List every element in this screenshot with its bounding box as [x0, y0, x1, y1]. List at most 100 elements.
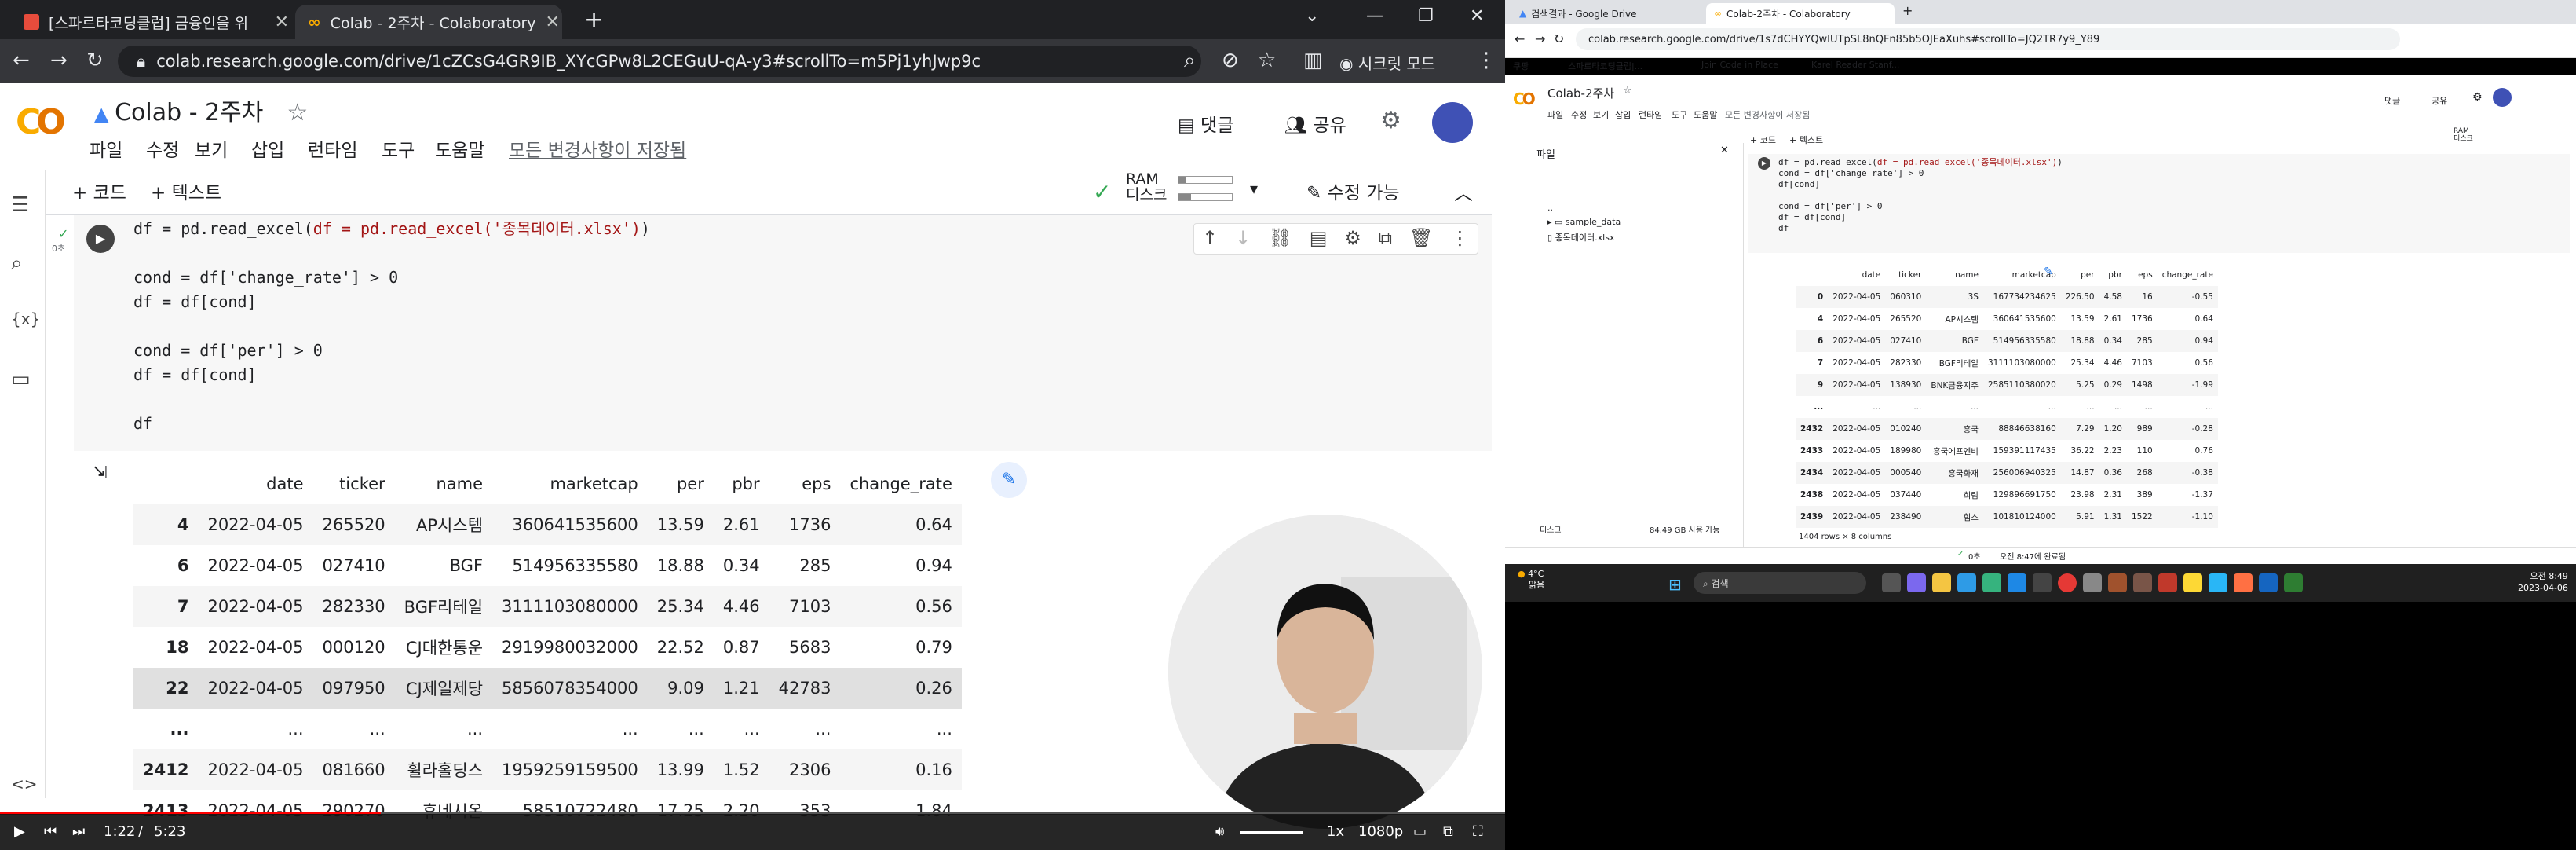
right-url-input[interactable]: colab.research.google.com/drive/1s7dCHYY…	[1576, 28, 2400, 50]
comment-button[interactable]: ▤ 댓글	[1178, 110, 1233, 137]
browser-tab-active[interactable]: ∞ Colab - 2주차 - Colaboratory ✕	[295, 5, 562, 39]
bookmark-item[interactable]: Karel Reader Stanf...	[1811, 60, 1899, 70]
forward-icon[interactable]: →	[50, 49, 68, 72]
menu-file[interactable]: 파일	[1547, 108, 1563, 121]
bookmark-star-icon[interactable]: ☆	[1258, 49, 1276, 72]
play-icon[interactable]: ▶	[14, 823, 25, 840]
menu-insert[interactable]: 삽입	[251, 135, 284, 162]
next-icon[interactable]: ⏭	[72, 823, 85, 840]
menu-help[interactable]: 도움말	[1694, 108, 1717, 121]
start-icon[interactable]: ⊞	[1668, 575, 1682, 594]
volume-slider[interactable]	[1240, 831, 1303, 834]
bookmark-item[interactable]: 스파르타코딩클럽|...	[1568, 60, 1642, 72]
edge-icon[interactable]	[1957, 573, 1976, 592]
menu-edit[interactable]: 수정	[146, 135, 179, 162]
menu-tools[interactable]: 도구	[382, 135, 415, 162]
more-menu-icon[interactable]: ⋮	[1476, 49, 1496, 72]
search-icon[interactable]: ⌕	[11, 251, 23, 276]
magic-wand-icon[interactable]: ✎	[991, 462, 1027, 498]
move-up-icon[interactable]: ↑	[1202, 227, 1218, 251]
add-text-button[interactable]: + 텍스트	[1789, 134, 1823, 146]
colab-logo[interactable]: CO	[1513, 90, 1536, 108]
notebook-title[interactable]: ▲ Colab - 2주차 ☆	[94, 93, 308, 127]
app-icon[interactable]	[2234, 573, 2253, 592]
app-icon[interactable]	[2158, 573, 2177, 592]
toc-icon[interactable]: ☰	[11, 193, 29, 217]
save-status[interactable]: 모든 변경사항이 저장됨	[509, 135, 686, 162]
share-button[interactable]: 공유	[2432, 94, 2447, 107]
ram-disk-indicator[interactable]: RAM 디스크	[1126, 171, 1167, 203]
save-status[interactable]: 모든 변경사항이 저장됨	[1725, 108, 1810, 121]
code-snippets-icon[interactable]: <>	[11, 775, 38, 793]
task-view-icon[interactable]	[1882, 573, 1901, 592]
explorer-icon[interactable]	[1932, 573, 1951, 592]
quality-button[interactable]: 1080p	[1358, 823, 1403, 840]
notebook-title[interactable]: Colab-2주차	[1547, 85, 1614, 101]
star-icon[interactable]: ☆	[287, 99, 308, 126]
ram-disk-indicator[interactable]: RAM 디스크	[2454, 127, 2473, 143]
menu-insert[interactable]: 삽입	[1615, 108, 1631, 121]
menu-edit[interactable]: 수정	[1571, 108, 1587, 121]
app-icon[interactable]	[2008, 573, 2026, 592]
code-editor[interactable]: df = pd.read_excel(df = pd.read_excel('종…	[133, 217, 650, 241]
reload-icon[interactable]: ↻	[86, 49, 104, 72]
chat-icon[interactable]	[1907, 573, 1926, 592]
menu-view[interactable]: 보기	[1593, 108, 1609, 121]
app-icon[interactable]	[1982, 573, 2001, 592]
close-tab-icon[interactable]: ✕	[546, 13, 560, 32]
weather-widget[interactable]: ● 4°C 맑음	[1518, 569, 1544, 591]
volume-icon[interactable]: 🔊︎	[1215, 823, 1224, 840]
menu-view[interactable]: 보기	[195, 135, 228, 162]
app-icon[interactable]	[2259, 573, 2278, 592]
clock[interactable]: 오전 8:49 2023-04-06	[2518, 570, 2568, 594]
back-icon[interactable]: ←	[13, 49, 30, 72]
run-cell-button[interactable]: ▶	[1758, 157, 1770, 170]
url-input[interactable]: 🔒︎ colab.research.google.com/drive/1cZCs…	[118, 46, 1201, 77]
link-icon[interactable]: ⛓	[1268, 227, 1292, 251]
browser-tab[interactable]: [스파르타코딩클럽] 금융인을 위 ✕	[11, 5, 301, 39]
variables-icon[interactable]: {x}	[11, 310, 40, 328]
run-cell-button[interactable]: ▶	[86, 225, 115, 253]
side-panel-icon[interactable]: ▥	[1303, 49, 1323, 72]
back-icon[interactable]: ←	[1515, 31, 1525, 46]
excel-icon[interactable]	[2284, 573, 2303, 592]
avatar[interactable]	[1432, 102, 1473, 143]
output-toggle-icon[interactable]: ⇲	[93, 463, 107, 483]
settings-gear-icon[interactable]: ⚙	[1380, 107, 1401, 134]
incognito-badge[interactable]: ◉ 시크릿 모드	[1339, 51, 1435, 74]
app-icon[interactable]	[2108, 573, 2127, 592]
delete-icon[interactable]: 🗑︎	[1409, 227, 1433, 251]
chrome-icon[interactable]	[2058, 573, 2077, 592]
cell-settings-icon[interactable]: ⚙	[1344, 227, 1361, 251]
close-tab-icon[interactable]: ✕	[275, 13, 289, 32]
folder-icon[interactable]: ▭	[11, 368, 31, 391]
kakao-icon[interactable]	[2183, 573, 2202, 592]
runtime-dropdown-icon[interactable]: ▾	[1250, 179, 1258, 198]
star-icon[interactable]: ☆	[1623, 85, 1632, 97]
move-down-icon[interactable]: ↓	[1235, 227, 1251, 251]
edit-mode-button[interactable]: ✎ 수정 가능	[1306, 178, 1400, 204]
settings-app-icon[interactable]	[2033, 573, 2052, 592]
eye-off-icon[interactable]: ⊘	[1222, 49, 1239, 72]
bookmark-item[interactable]: Join Code in Place	[1701, 60, 1778, 70]
menu-file[interactable]: 파일	[90, 135, 122, 162]
bookmark-item[interactable]: 쿠팡	[1513, 60, 1529, 72]
app-icon[interactable]	[2133, 573, 2152, 592]
mirror-cell-icon[interactable]: ⧉	[1379, 227, 1392, 251]
forward-icon[interactable]: →	[1535, 31, 1545, 46]
captions-icon[interactable]: ▭	[1413, 823, 1427, 840]
file-item[interactable]: ..	[1547, 203, 1553, 213]
new-tab-icon[interactable]: +	[584, 6, 604, 34]
browser-tab[interactable]: ▲ 검색결과 - Google Drive	[1511, 3, 1700, 24]
menu-runtime[interactable]: 런타임	[1639, 108, 1662, 121]
collapse-chevron-icon[interactable]: ︿	[1454, 178, 1473, 205]
colab-logo[interactable]: CO	[16, 102, 66, 142]
app-icon[interactable]	[2209, 573, 2227, 592]
add-code-button[interactable]: + 코드	[1750, 134, 1776, 146]
file-item-folder[interactable]: ▸ ▭ sample_data	[1547, 217, 1621, 227]
avatar[interactable]	[2493, 88, 2512, 107]
share-button[interactable]: 👥︎ 공유	[1284, 110, 1346, 137]
code-editor[interactable]: df = pd.read_excel(df = pd.read_excel('종…	[1778, 157, 2063, 234]
browser-tab-active[interactable]: ∞ Colab-2주차 - Colaboratory	[1706, 3, 1895, 24]
close-panel-icon[interactable]: ✕	[1720, 145, 1729, 156]
